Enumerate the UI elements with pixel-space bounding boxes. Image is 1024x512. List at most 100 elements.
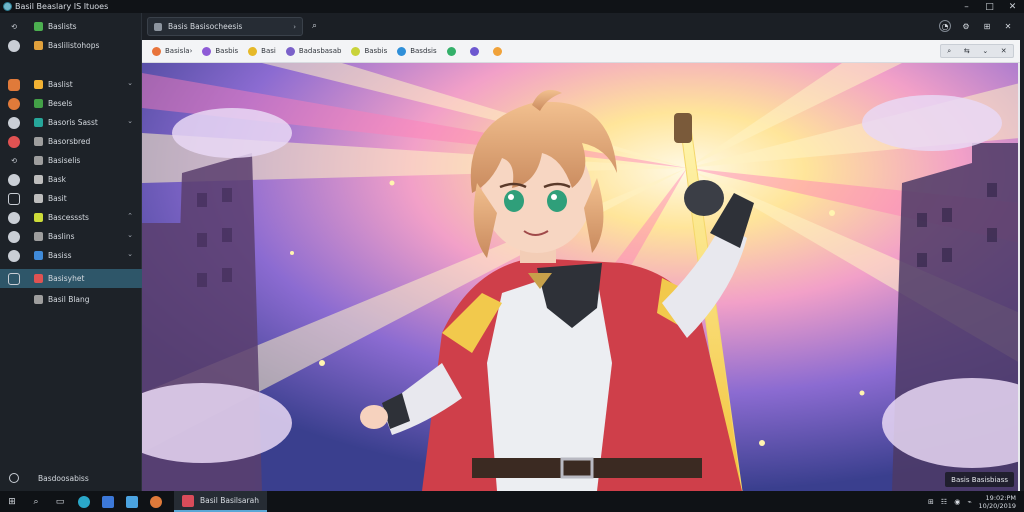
swap-icon[interactable]: ⇆ xyxy=(964,47,970,55)
sidebar-item[interactable]: Basorsbred xyxy=(0,132,142,151)
bookmark-label: Basisla› xyxy=(165,47,193,55)
chevron-icon[interactable]: ⌄ xyxy=(127,79,133,87)
address-bar[interactable]: Basis Basisocheesis › xyxy=(147,17,303,36)
bookmark-item[interactable]: Basisla› xyxy=(152,46,193,56)
find-icon[interactable]: ⌕ xyxy=(947,47,951,56)
sidebar-item[interactable]: Basisyhet xyxy=(0,269,142,288)
sidebar-item[interactable]: ⟲ Basiselis xyxy=(0,151,142,170)
scrollbar[interactable] xyxy=(1018,63,1020,491)
close-icon[interactable]: ✕ xyxy=(1001,0,1024,13)
browser-toolbar: Basis Basisocheesis › ⌕ ◔ ⚙ ⊞ ✕ xyxy=(142,13,1024,40)
grid-icon[interactable]: ⊞ xyxy=(981,20,993,32)
tray-battery-icon[interactable]: ☷ xyxy=(941,498,947,506)
sidebar-item-lead-icon: ⟲ xyxy=(11,156,17,165)
sidebar-item-lead-icon xyxy=(8,249,20,262)
sidebar-item[interactable]: Basil Blang xyxy=(0,290,142,309)
bookmark-item[interactable]: Basi xyxy=(248,46,276,56)
sidebar-item[interactable]: Baslilistohops xyxy=(0,36,142,55)
sidebar-item[interactable]: Bascesssts ⌃ xyxy=(0,208,142,227)
sidebar-item-app-icon xyxy=(34,274,43,283)
tray-wifi-icon[interactable]: ⌁ xyxy=(967,498,971,506)
image-caption-chip[interactable]: Basis Basisbiass xyxy=(945,472,1014,487)
sidebar-item-app-icon xyxy=(34,295,43,304)
tray-volume-icon[interactable]: ◉ xyxy=(954,498,960,506)
chevron-icon[interactable]: ⌄ xyxy=(127,117,133,125)
taskbar-active-label: Basil Basilsarah xyxy=(200,496,259,505)
bookmark-favicon-icon xyxy=(152,46,161,56)
sidebar-item-lead-icon xyxy=(8,173,20,186)
sidebar-item[interactable]: Baslist ⌄ xyxy=(0,75,142,94)
window-titlebar: Basil Beaslary IS Ituoes – □ ✕ xyxy=(0,0,1024,13)
clock-date: 10/20/2019 xyxy=(978,501,1016,510)
sidebar-item-app-icon xyxy=(34,118,43,127)
sidebar-item[interactable]: Bask xyxy=(0,170,142,189)
sidebar-item-lead-icon xyxy=(8,211,20,224)
sidebar-item[interactable]: Besels xyxy=(0,94,142,113)
bookmark-label: Basbis xyxy=(364,47,388,55)
chevron-icon[interactable]: ⌃ xyxy=(127,212,133,220)
taskbar: ⊞ ⌕ ▭ Basil Basilsarah ⊞ ☷ ◉ ⌁ 19:02:PM … xyxy=(0,491,1024,512)
sidebar-item-lead-icon xyxy=(8,39,20,52)
edge-browser-icon[interactable] xyxy=(72,491,96,512)
sidebar-item-label: Bascesssts xyxy=(48,213,89,222)
sidebar-item-app-icon xyxy=(34,175,43,184)
sidebar-item-label: Besels xyxy=(48,99,73,108)
bookmark-label: Basbis xyxy=(215,47,239,55)
bookmark-label: Basdsis xyxy=(410,47,437,55)
bookmarks-bar: Basisla› Basbis Basi Badasbasab Basbis Basdsi… xyxy=(142,40,1020,63)
close-tab-icon[interactable]: ✕ xyxy=(1002,20,1014,32)
history-icon[interactable]: ◔ xyxy=(939,20,951,32)
chevron-down-icon[interactable]: ⌄ xyxy=(982,47,988,55)
sidebar-footer-item[interactable]: Basdoosabiss xyxy=(0,469,142,487)
bookmark-label: Badasbasab xyxy=(298,47,342,55)
sidebar-item-label: Basit xyxy=(48,194,67,203)
bookmark-item[interactable]: Basbis xyxy=(351,46,388,56)
bookmark-item[interactable]: Basbis xyxy=(202,46,239,56)
explorer-icon[interactable] xyxy=(120,491,144,512)
sidebar: Basdoosabiss ⟲ Baslists Baslilistohops Basl… xyxy=(0,13,142,491)
task-view-icon[interactable]: ▭ xyxy=(48,491,72,512)
sidebar-item-app-icon xyxy=(34,251,43,260)
chevron-icon[interactable]: ⌄ xyxy=(127,250,133,258)
settings-icon[interactable]: ⚙ xyxy=(960,20,972,32)
search-icon[interactable]: ⌕ xyxy=(24,491,48,512)
sidebar-item[interactable]: Basit xyxy=(0,189,142,208)
window-title: Basil Beaslary IS Ituoes xyxy=(15,2,109,11)
sidebar-item[interactable]: Basiss ⌄ xyxy=(0,246,142,265)
active-app-icon xyxy=(182,494,194,507)
sidebar-item[interactable]: Basoris Sasst ⌄ xyxy=(0,113,142,132)
sidebar-item-lead-icon xyxy=(8,78,20,91)
bookmark-favicon-icon xyxy=(492,46,502,56)
sidebar-item[interactable]: Baslins ⌄ xyxy=(0,227,142,246)
sidebar-item-lead-icon xyxy=(8,97,20,110)
start-icon[interactable]: ⊞ xyxy=(0,491,24,512)
bookmark-item[interactable] xyxy=(469,46,483,56)
sidebar-item-label: Basisyhet xyxy=(48,274,85,283)
sidebar-item-lead-icon xyxy=(8,230,20,243)
bookmark-favicon-icon xyxy=(446,46,456,56)
bookmark-item[interactable] xyxy=(446,46,460,56)
bookmark-item[interactable]: Badasbasab xyxy=(285,46,342,56)
search-icon[interactable]: ⌕ xyxy=(312,21,317,31)
taskbar-active-window[interactable]: Basil Basilsarah xyxy=(174,491,267,512)
address-text: Basis Basisocheesis xyxy=(168,22,243,31)
chevron-icon[interactable]: ⌄ xyxy=(127,231,133,239)
sidebar-item-label: Basil Blang xyxy=(48,295,90,304)
clock[interactable]: 19:02:PM 10/20/2019 xyxy=(979,494,1016,510)
store-icon[interactable] xyxy=(96,491,120,512)
bookmark-item[interactable]: Basdsis xyxy=(397,46,437,56)
system-tray: ⊞ ☷ ◉ ⌁ 19:02:PM 10/20/2019 xyxy=(928,494,1024,510)
maximize-icon[interactable]: □ xyxy=(978,0,1001,13)
bookmark-favicon-icon xyxy=(469,46,479,56)
firefox-icon[interactable] xyxy=(144,491,168,512)
bookmark-item[interactable] xyxy=(492,46,506,56)
address-arrow-icon[interactable]: › xyxy=(293,23,296,31)
sidebar-item[interactable]: ⟲ Baslists xyxy=(0,17,142,36)
tray-network-icon[interactable]: ⊞ xyxy=(928,498,934,506)
sidebar-item-lead-icon xyxy=(8,135,20,148)
window-controls: – □ ✕ xyxy=(955,0,1024,13)
minimize-icon[interactable]: – xyxy=(955,0,978,13)
sidebar-item-lead-icon xyxy=(8,116,20,129)
close-icon[interactable]: ✕ xyxy=(1001,47,1007,55)
sidebar-item-label: Bask xyxy=(48,175,66,184)
